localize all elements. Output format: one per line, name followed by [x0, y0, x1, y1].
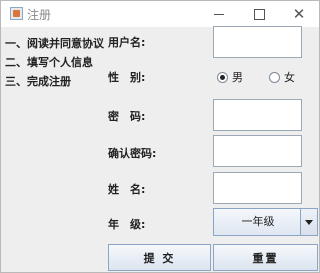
gender-label: 性 别: — [108, 71, 146, 84]
close-icon: ✕ — [292, 4, 306, 23]
confirm-password-input[interactable] — [213, 135, 302, 167]
title-bar: 注册 ✕ — [1, 1, 319, 27]
minimize-icon — [214, 13, 224, 15]
grade-select-value: 一年级 — [241, 215, 275, 228]
name-label: 姓 名: — [108, 183, 146, 196]
submit-button[interactable]: 提 交 — [108, 244, 211, 271]
maximize-icon — [253, 8, 265, 20]
password-input[interactable] — [213, 99, 302, 131]
reset-button[interactable]: 重置 — [213, 244, 318, 271]
app-icon — [10, 7, 23, 20]
window-title: 注册 — [27, 8, 52, 22]
close-button[interactable]: ✕ — [279, 1, 319, 27]
radio-female[interactable] — [269, 71, 280, 83]
username-label: 用户名: — [108, 36, 146, 49]
name-input[interactable] — [213, 172, 302, 204]
radio-male[interactable] — [217, 71, 228, 83]
register-window: 注册 ✕ 一、阅读并同意协议 二、填写个人信息 三、完成注册 用户名: 性 别:… — [0, 0, 320, 273]
steps-list: 一、阅读并同意协议 二、填写个人信息 三、完成注册 — [5, 34, 104, 91]
gender-male-label: 男 — [232, 71, 243, 84]
username-input[interactable] — [213, 26, 302, 58]
step-item: 二、填写个人信息 — [5, 56, 93, 69]
minimize-button[interactable] — [199, 1, 239, 27]
dropdown-arrow-button[interactable] — [300, 209, 317, 235]
step-item: 一、阅读并同意协议 — [5, 37, 104, 50]
grade-label: 年 级: — [108, 218, 146, 231]
gender-female-option[interactable]: 女 — [269, 69, 295, 85]
chevron-down-icon — [305, 219, 313, 225]
confirm-password-label: 确认密码: — [108, 147, 157, 160]
step-item: 三、完成注册 — [5, 75, 71, 88]
gender-male-option[interactable]: 男 — [217, 69, 243, 85]
password-label: 密 码: — [108, 110, 146, 123]
gender-female-label: 女 — [284, 71, 295, 84]
maximize-button[interactable] — [239, 1, 279, 27]
grade-select[interactable]: 一年级 — [213, 208, 318, 236]
